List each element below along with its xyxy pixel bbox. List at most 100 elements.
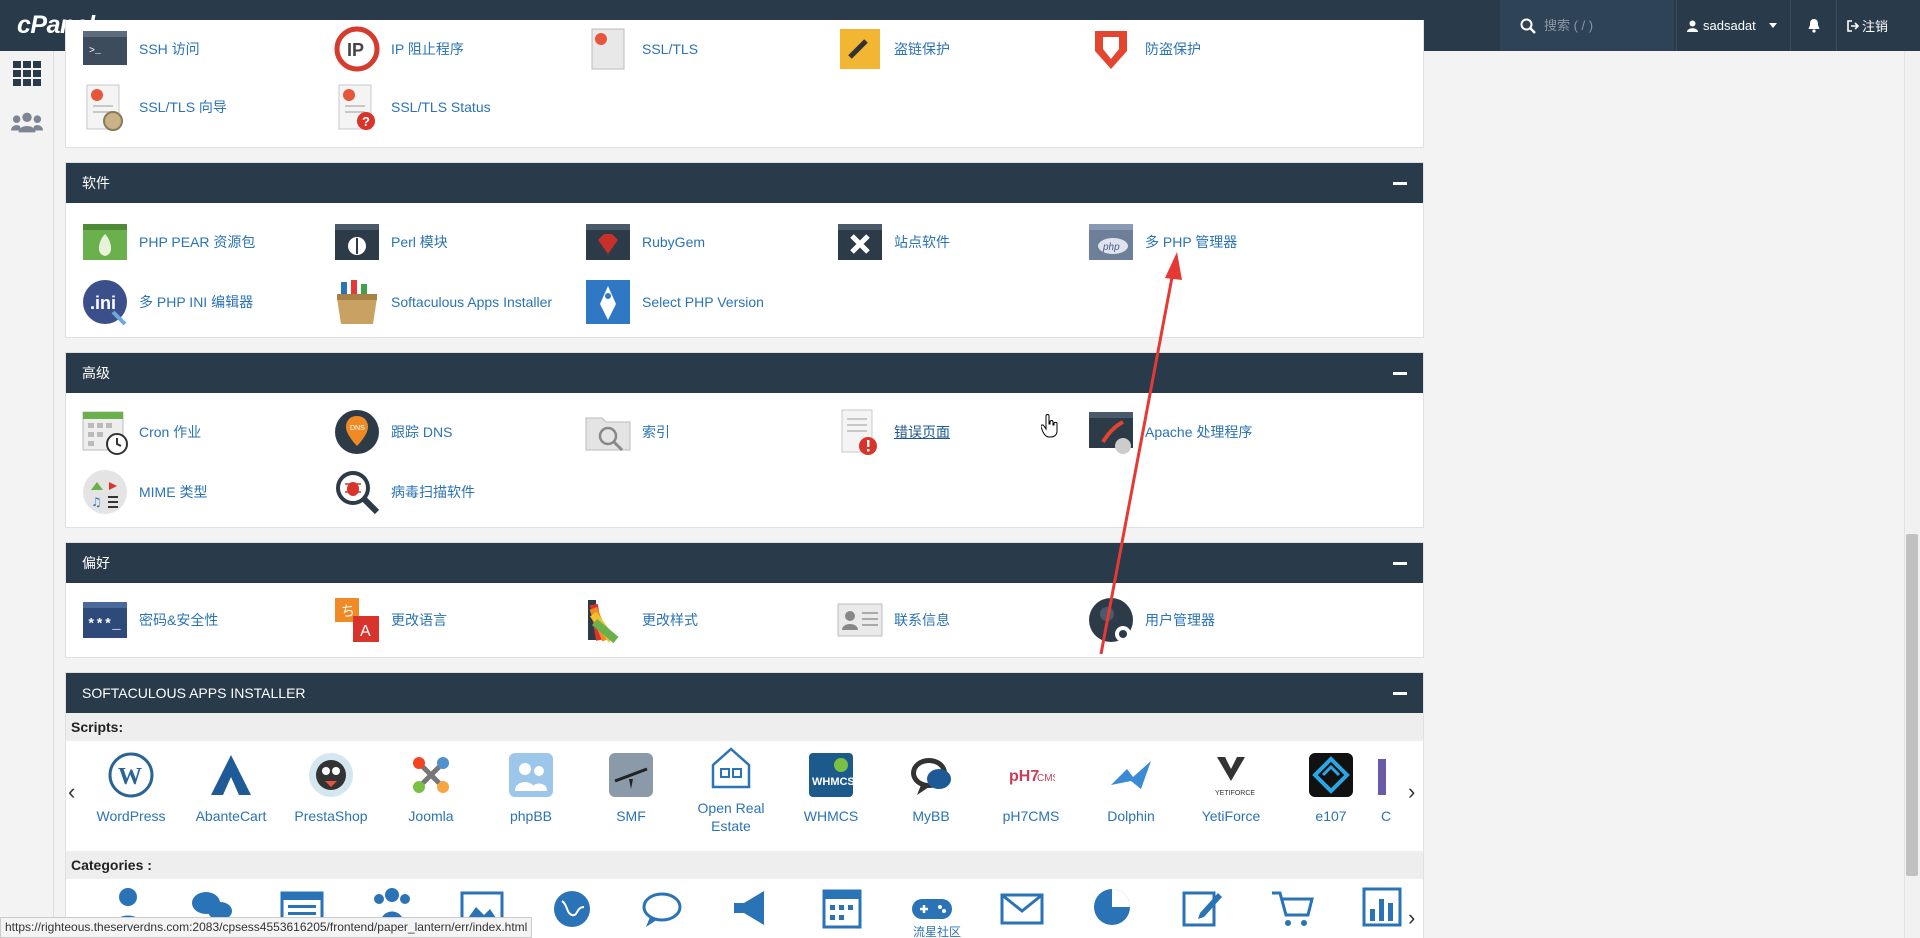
ssl-tls-wizard-item[interactable]: SSL/TLS 向导: [81, 82, 227, 132]
script-prestashop[interactable]: PrestaShop: [286, 751, 376, 825]
script-open-real-estate[interactable]: Open Real Estate: [686, 743, 776, 835]
search-box[interactable]: [1500, 0, 1674, 51]
error-page-icon: [841, 409, 877, 455]
contact-info-item[interactable]: 联系信息: [836, 595, 950, 645]
script-label: AbanteCart: [195, 808, 267, 824]
script-label: C: [1380, 808, 1392, 824]
svg-text:CMS: CMS: [1037, 773, 1055, 784]
home-grid-icon[interactable]: [11, 58, 43, 90]
indexes-item[interactable]: 索引: [584, 407, 670, 457]
collapse-icon[interactable]: [1393, 371, 1407, 375]
collapse-icon[interactable]: [1393, 561, 1407, 565]
wordpress-icon: W: [108, 752, 154, 798]
multiphp-ini-editor-item[interactable]: .ini 多 PHP INI 编辑器: [81, 277, 253, 327]
scrollbar-thumb[interactable]: [1906, 534, 1918, 876]
php-pear-label: PHP PEAR 资源包: [139, 234, 256, 250]
script-label: PrestaShop: [294, 808, 368, 824]
ph7cms-icon: pH7CMS: [1009, 768, 1055, 785]
users-group-icon[interactable]: [11, 106, 43, 138]
smf-icon: [609, 753, 653, 797]
script-e107[interactable]: e107: [1286, 751, 1376, 825]
script-wordpress[interactable]: W WordPress: [86, 751, 176, 825]
multiphp-manager-label: 多 PHP 管理器: [1145, 234, 1238, 250]
user-manager-item[interactable]: 用户管理器: [1087, 595, 1215, 645]
advanced-header[interactable]: 高级: [66, 353, 1423, 393]
category-label[interactable]: 流星社区: [913, 923, 961, 938]
dns-pin-icon: DNS: [335, 410, 379, 454]
apache-handlers-item[interactable]: Apache 处理程序: [1087, 407, 1252, 457]
perl-onion-icon: [335, 224, 379, 260]
perl-modules-item[interactable]: Perl 模块: [333, 217, 448, 267]
scripts-carousel: ‹ › W WordPress AbanteCart PrestaShop Jo…: [66, 741, 1423, 851]
mime-types-item[interactable]: ♫ MIME 类型: [81, 467, 207, 517]
user-menu[interactable]: sadsadat: [1676, 0, 1790, 51]
puzzle-icon: [838, 224, 882, 260]
megaphone-icon[interactable]: [730, 885, 774, 929]
softaculous-box-icon: [337, 280, 377, 324]
comments-icon[interactable]: [640, 885, 684, 929]
notifications-button[interactable]: [1790, 0, 1836, 51]
globe-icon[interactable]: [550, 885, 594, 929]
calendar-icon[interactable]: [820, 885, 864, 929]
cron-jobs-item[interactable]: Cron 作业: [81, 407, 201, 457]
virus-scanner-icon: [336, 471, 380, 515]
password-security-item[interactable]: ***_ 密码&安全性: [81, 595, 218, 645]
script-whmcs[interactable]: WHMCS WHMCS: [786, 751, 876, 825]
preferences-header[interactable]: 偏好: [66, 543, 1423, 583]
softaculous-header[interactable]: SOFTACULOUS APPS INSTALLER: [66, 673, 1423, 713]
php-pear-item[interactable]: PHP PEAR 资源包: [81, 217, 255, 267]
carousel-next-icon[interactable]: ›: [1408, 779, 1415, 805]
chain-link-icon: [840, 29, 880, 69]
script-mybb[interactable]: MyBB: [886, 751, 976, 825]
ssl-tls-item[interactable]: SSL/TLS: [584, 24, 698, 74]
caret-down-icon: [1768, 23, 1777, 28]
envelope-icon[interactable]: [1000, 885, 1044, 929]
softaculous-title: SOFTACULOUS APPS INSTALLER: [82, 685, 306, 701]
mybb-icon: [911, 758, 951, 795]
search-input[interactable]: [1544, 18, 1664, 33]
script-phpbb[interactable]: phpBB: [486, 751, 576, 825]
script-dolphin[interactable]: Dolphin: [1086, 751, 1176, 825]
svg-text:php: php: [1102, 242, 1120, 253]
cart-icon[interactable]: [1270, 885, 1314, 929]
pear-icon: [83, 224, 127, 260]
ssh-access-item[interactable]: >_ SSH 访问: [81, 24, 200, 74]
change-style-item[interactable]: 更改样式: [584, 595, 698, 645]
edit-icon[interactable]: [1180, 885, 1224, 929]
softaculous-item[interactable]: Softaculous Apps Installer: [333, 277, 552, 327]
software-header[interactable]: 软件: [66, 163, 1423, 203]
script-yetiforce[interactable]: YETIFORCE YetiForce: [1186, 751, 1276, 825]
virus-scanner-item[interactable]: 病毒扫描软件: [333, 467, 475, 517]
e107-icon: [1309, 753, 1353, 797]
logout-button[interactable]: 注销: [1836, 0, 1898, 51]
script-joomla[interactable]: Joomla: [386, 751, 476, 825]
pie-chart-icon[interactable]: [1090, 885, 1134, 929]
password-icon: ***_: [83, 602, 127, 638]
select-php-version-item[interactable]: Select PHP Version: [584, 277, 764, 327]
collapse-icon[interactable]: [1393, 181, 1407, 185]
hotlink-protection-item[interactable]: 盗链保护: [836, 24, 950, 74]
error-pages-item[interactable]: 错误页面: [836, 407, 950, 457]
site-software-item[interactable]: 站点软件: [836, 217, 950, 267]
track-dns-item[interactable]: DNS 跟踪 DNS: [333, 407, 452, 457]
ssl-tls-status-item[interactable]: ? SSL/TLS Status: [333, 82, 491, 132]
softaculous-label: Softaculous Apps Installer: [391, 294, 553, 310]
change-language-label: 更改语言: [391, 612, 447, 628]
ini-file-icon: .ini: [83, 280, 127, 326]
script-ph7cms[interactable]: pH7CMS pH7CMS: [986, 751, 1076, 825]
leech-protection-item[interactable]: 防盗保护: [1087, 24, 1201, 74]
carousel-prev-icon[interactable]: ‹: [68, 779, 75, 805]
password-security-label: 密码&安全性: [139, 612, 219, 628]
categories-next-icon[interactable]: ›: [1408, 905, 1415, 931]
user-icon: [1687, 20, 1698, 32]
bar-chart-icon[interactable]: [1360, 885, 1404, 929]
shield-icon: [1095, 31, 1127, 69]
change-language-item[interactable]: ちA 更改语言: [333, 595, 447, 645]
script-partial[interactable]: C: [1376, 751, 1396, 825]
collapse-icon[interactable]: [1393, 691, 1407, 695]
script-abantecart[interactable]: AbanteCart: [186, 751, 276, 825]
ip-blocker-item[interactable]: IP IP 阻止程序: [333, 24, 464, 74]
multiphp-manager-item[interactable]: php 多 PHP 管理器: [1087, 217, 1237, 267]
script-smf[interactable]: SMF: [586, 751, 676, 825]
rubygem-item[interactable]: RubyGem: [584, 217, 705, 267]
